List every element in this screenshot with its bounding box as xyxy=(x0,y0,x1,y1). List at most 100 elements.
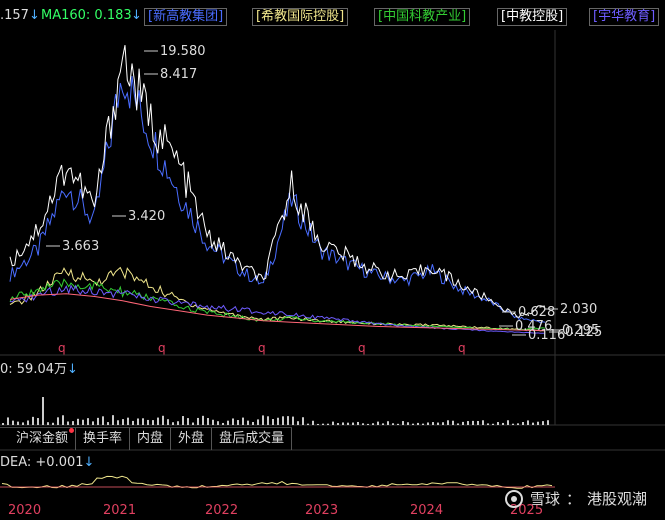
legend-stock-xijiao[interactable]: [希教国际控股] xyxy=(252,8,349,26)
volume-bar xyxy=(12,420,14,425)
price-label: 19.580 xyxy=(160,44,206,59)
volume-bar xyxy=(437,422,439,425)
price-label: 8.417 xyxy=(160,67,197,82)
volume-label: 0: 59.04万↓ xyxy=(0,358,78,377)
tab-turnover-rate[interactable]: 换手率 xyxy=(76,428,131,450)
volume-bar xyxy=(107,422,109,425)
volume-bar xyxy=(492,423,494,425)
watermark-channel: 港股观潮 xyxy=(586,490,647,508)
price-label: 3.420 xyxy=(128,209,165,224)
volume-bar xyxy=(367,423,369,425)
volume-bar xyxy=(82,419,84,425)
x-axis-year-label: 2022 xyxy=(205,503,238,518)
volume-bar xyxy=(222,422,224,425)
ma160-label: MA160: 0.183 xyxy=(41,8,132,23)
volume-bar xyxy=(537,421,539,425)
volume-bar xyxy=(532,422,534,425)
volume-bar xyxy=(47,422,49,425)
volume-bar xyxy=(67,421,69,425)
volume-bar xyxy=(362,423,364,425)
volume-bar xyxy=(332,421,334,425)
volume-value: 0: 59.04万 xyxy=(0,362,67,377)
price-label: 0.628 xyxy=(518,305,555,320)
volume-bar xyxy=(357,421,359,425)
volume-bar xyxy=(372,423,374,425)
tab-inner-volume[interactable]: 内盘 xyxy=(130,428,172,450)
volume-bar xyxy=(57,417,59,425)
volume-bar xyxy=(462,421,464,425)
volume-bar xyxy=(232,418,234,425)
period-marker-q: q xyxy=(158,341,166,355)
volume-bar xyxy=(302,417,304,425)
volume-bar xyxy=(217,421,219,425)
watermark-brand: 雪球 xyxy=(529,490,560,508)
period-marker-q: q xyxy=(458,341,466,355)
volume-bar xyxy=(387,421,389,425)
dea-label: DEA: +0.001↓ xyxy=(0,455,94,470)
volume-bar xyxy=(182,416,184,425)
volume-bar xyxy=(397,423,399,425)
volume-bar xyxy=(477,420,479,425)
volume-bar xyxy=(187,418,189,425)
volume-bar xyxy=(407,422,409,425)
volume-bar xyxy=(42,397,44,425)
period-marker-q: q xyxy=(258,341,266,355)
volume-bar xyxy=(377,421,379,425)
x-axis-year-label: 2023 xyxy=(305,503,338,518)
volume-bar xyxy=(322,423,324,425)
tab-label: 换手率 xyxy=(83,431,123,446)
dea-line xyxy=(1,475,553,489)
tab-after-hours-volume[interactable]: 盘后成交量 xyxy=(212,428,293,450)
volume-bar xyxy=(287,416,289,425)
volume-bar xyxy=(402,421,404,425)
volume-bar xyxy=(247,420,249,425)
volume-bar xyxy=(307,423,309,425)
legend-stock-zhongjiao[interactable]: [中教控股] xyxy=(497,8,568,26)
volume-bar xyxy=(162,415,164,425)
volume-bar xyxy=(497,422,499,425)
volume-bar xyxy=(117,420,119,425)
volume-bar xyxy=(527,420,529,425)
tab-hushen-amount[interactable]: 沪深金额 xyxy=(0,428,77,450)
volume-bar xyxy=(442,422,444,425)
down-arrow-icon: ↓ xyxy=(83,455,95,470)
volume-bar xyxy=(337,423,339,425)
legend-stock-yuhua[interactable]: [宇华教育] xyxy=(589,8,660,26)
volume-bar xyxy=(202,415,204,425)
x-axis-year-label: 2021 xyxy=(103,503,136,518)
price-label: 2.030 xyxy=(560,302,597,317)
volume-bar xyxy=(137,418,139,425)
down-arrow-icon: ↓ xyxy=(131,8,142,23)
volume-bar xyxy=(272,419,274,425)
volume-bar xyxy=(92,421,94,425)
legend-stock-xingaojiao[interactable]: [新高教集团] xyxy=(144,8,228,26)
volume-bar xyxy=(52,422,54,425)
volume-bar xyxy=(422,423,424,425)
volume-bar xyxy=(142,418,144,425)
volume-bar xyxy=(242,417,244,425)
dea-value: DEA: +0.001 xyxy=(0,455,84,470)
volume-bar xyxy=(2,423,4,425)
tab-label: 盘后成交量 xyxy=(219,431,285,446)
volume-bar xyxy=(132,420,134,425)
volume-bar xyxy=(152,420,154,425)
tab-label: 沪深金额 xyxy=(16,431,69,446)
volume-bar xyxy=(267,416,269,425)
volume-bar xyxy=(237,420,239,425)
volume-bar xyxy=(22,422,24,425)
legend-stock-zhongguokejiao[interactable]: [中国科教产业] xyxy=(374,8,471,26)
volume-bar xyxy=(32,416,34,425)
volume-bar xyxy=(147,419,149,425)
volume-bar xyxy=(447,420,449,425)
volume-bar xyxy=(252,421,254,425)
price-label: 0.116 xyxy=(528,328,565,343)
volume-bar xyxy=(432,422,434,425)
period-marker-q: q xyxy=(58,341,66,355)
volume-bar xyxy=(207,418,209,425)
volume-bar xyxy=(127,417,129,425)
volume-bar xyxy=(502,422,504,425)
volume-bar xyxy=(347,422,349,425)
volume-bar xyxy=(417,422,419,425)
tab-outer-volume[interactable]: 外盘 xyxy=(171,428,213,450)
volume-bar xyxy=(262,415,264,425)
